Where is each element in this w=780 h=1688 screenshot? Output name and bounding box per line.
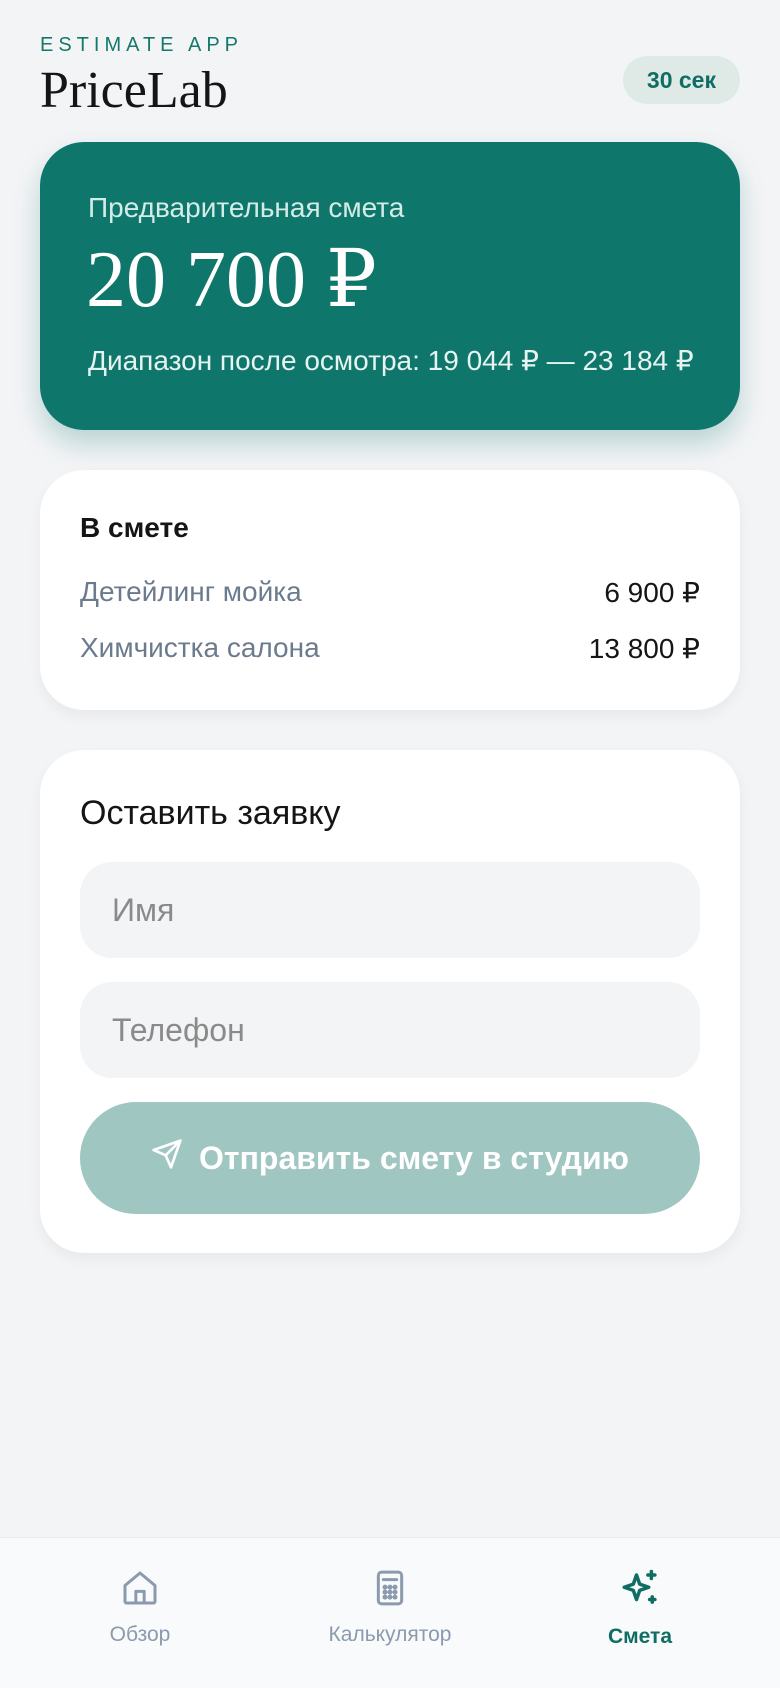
send-estimate-label: Отправить смету в студию bbox=[199, 1139, 629, 1176]
nav-label: Смета bbox=[607, 1625, 673, 1648]
item-price: 13 800 ₽ bbox=[588, 633, 700, 664]
timer-badge: 30 сек bbox=[622, 56, 740, 104]
bottom-nav: Обзор Калькулятор Смета bbox=[0, 1537, 780, 1688]
calculator-icon bbox=[370, 1568, 410, 1613]
request-form-card: Оставить заявку Отправить смету в студию bbox=[40, 750, 740, 1253]
nav-item-estimate[interactable]: Смета bbox=[520, 1568, 760, 1658]
nav-label: Калькулятор bbox=[328, 1623, 452, 1646]
list-item: Детейлинг мойка 6 900 ₽ bbox=[80, 576, 700, 616]
sparkle-icon bbox=[619, 1568, 661, 1615]
nav-label: Обзор bbox=[109, 1623, 171, 1646]
estimate-total: 20 700 ₽ bbox=[86, 236, 377, 324]
form-title: Оставить заявку bbox=[80, 794, 341, 832]
header: ESTIMATE APP PriceLab 30 сек bbox=[40, 34, 740, 124]
items-card-title: В смете bbox=[80, 512, 189, 543]
send-estimate-button[interactable]: Отправить смету в студию bbox=[80, 1102, 700, 1214]
home-icon bbox=[120, 1568, 160, 1613]
list-item: Химчистка салона 13 800 ₽ bbox=[80, 632, 700, 672]
send-icon bbox=[151, 1138, 183, 1178]
estimate-range: Диапазон после осмотра: 19 044 ₽ — 23 18… bbox=[88, 345, 694, 376]
phone-input[interactable] bbox=[80, 982, 700, 1078]
nav-item-calculator[interactable]: Калькулятор bbox=[270, 1568, 510, 1658]
name-input[interactable] bbox=[80, 862, 700, 958]
app-eyebrow: ESTIMATE APP bbox=[40, 34, 243, 56]
app-brand-title: PriceLab bbox=[40, 62, 228, 119]
estimate-label: Предварительная смета bbox=[88, 192, 405, 223]
item-name: Детейлинг мойка bbox=[80, 576, 302, 607]
nav-item-overview[interactable]: Обзор bbox=[20, 1568, 260, 1658]
estimate-items-card: В смете Детейлинг мойка 6 900 ₽ Химчистк… bbox=[40, 470, 740, 710]
item-name: Химчистка салона bbox=[80, 632, 320, 663]
item-price: 6 900 ₽ bbox=[604, 577, 700, 608]
estimate-summary-card: Предварительная смета 20 700 ₽ Диапазон … bbox=[40, 142, 740, 430]
